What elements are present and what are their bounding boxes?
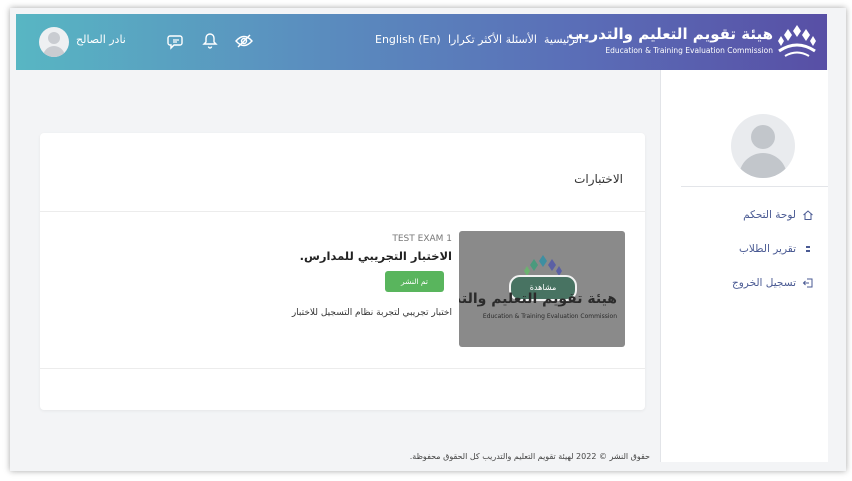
user-name[interactable]: نادر الصالح [76,33,126,46]
sidebar: لوحة التحكم تقرير الطلاب تسجيل الخروج [660,70,828,462]
sidebar-divider [681,186,828,187]
brand-title-ar: هيئة تقويم التعليم والتدريب [567,25,773,43]
sidebar-item-label: تسجيل الخروج [731,277,796,289]
commission-logo[interactable] [777,23,817,59]
sidebar-item-dashboard[interactable]: لوحة التحكم [743,209,814,221]
top-header: نادر الصالح English (En) الأسئلة الأكثر … [16,14,827,70]
nav-language[interactable]: English (En) [375,33,441,46]
logout-icon [802,278,813,288]
profile-avatar-body [739,153,787,178]
nav-faq[interactable]: الأسئلة الأكثر تكرارا [448,33,537,46]
sidebar-item-label: لوحة التحكم [743,209,796,221]
message-icon[interactable] [166,31,186,51]
card-divider-bottom [40,368,645,369]
exam-code: TEST EXAM 1 [392,234,452,244]
bell-icon[interactable] [200,31,220,51]
published-status-button[interactable]: تم النشر [385,271,444,292]
brand-title-en: Education & Training Evaluation Commissi… [605,46,773,55]
exam-title[interactable]: الاختبار التجريبي للمدارس. [300,249,452,263]
sidebar-item-student-report[interactable]: تقرير الطلاب [739,243,814,255]
profile-avatar-head [751,125,775,149]
user-avatar[interactable] [39,27,69,57]
exam-description: اختبار تجريبي لتجربة نظام التسجيل للاختب… [291,308,452,318]
avatar-body [43,46,65,57]
exam-thumbnail[interactable]: مشاهدة هيئة تقويم التعليم والتدريب Educa… [459,231,625,347]
thumbnail-title-ar: هيئة تقويم التعليم والتدريب [459,291,617,307]
sidebar-item-label: تقرير الطلاب [739,243,796,255]
footer-copyright: حقوق النشر © 2022 لهيئة تقويم التعليم وا… [409,452,650,461]
eye-off-icon[interactable] [234,31,254,51]
profile-avatar [731,114,795,178]
card-divider-top [40,211,645,212]
section-title: الاختبارات [574,172,623,186]
thumbnail-title-en: Education & Training Evaluation Commissi… [482,313,617,320]
bullet-icon [806,246,810,252]
sidebar-item-logout[interactable]: تسجيل الخروج [732,277,814,289]
home-icon [803,210,813,220]
exams-card: الاختبارات مشاهدة هيئة تقويم التعليم وال… [40,133,645,410]
avatar-head [48,32,60,44]
